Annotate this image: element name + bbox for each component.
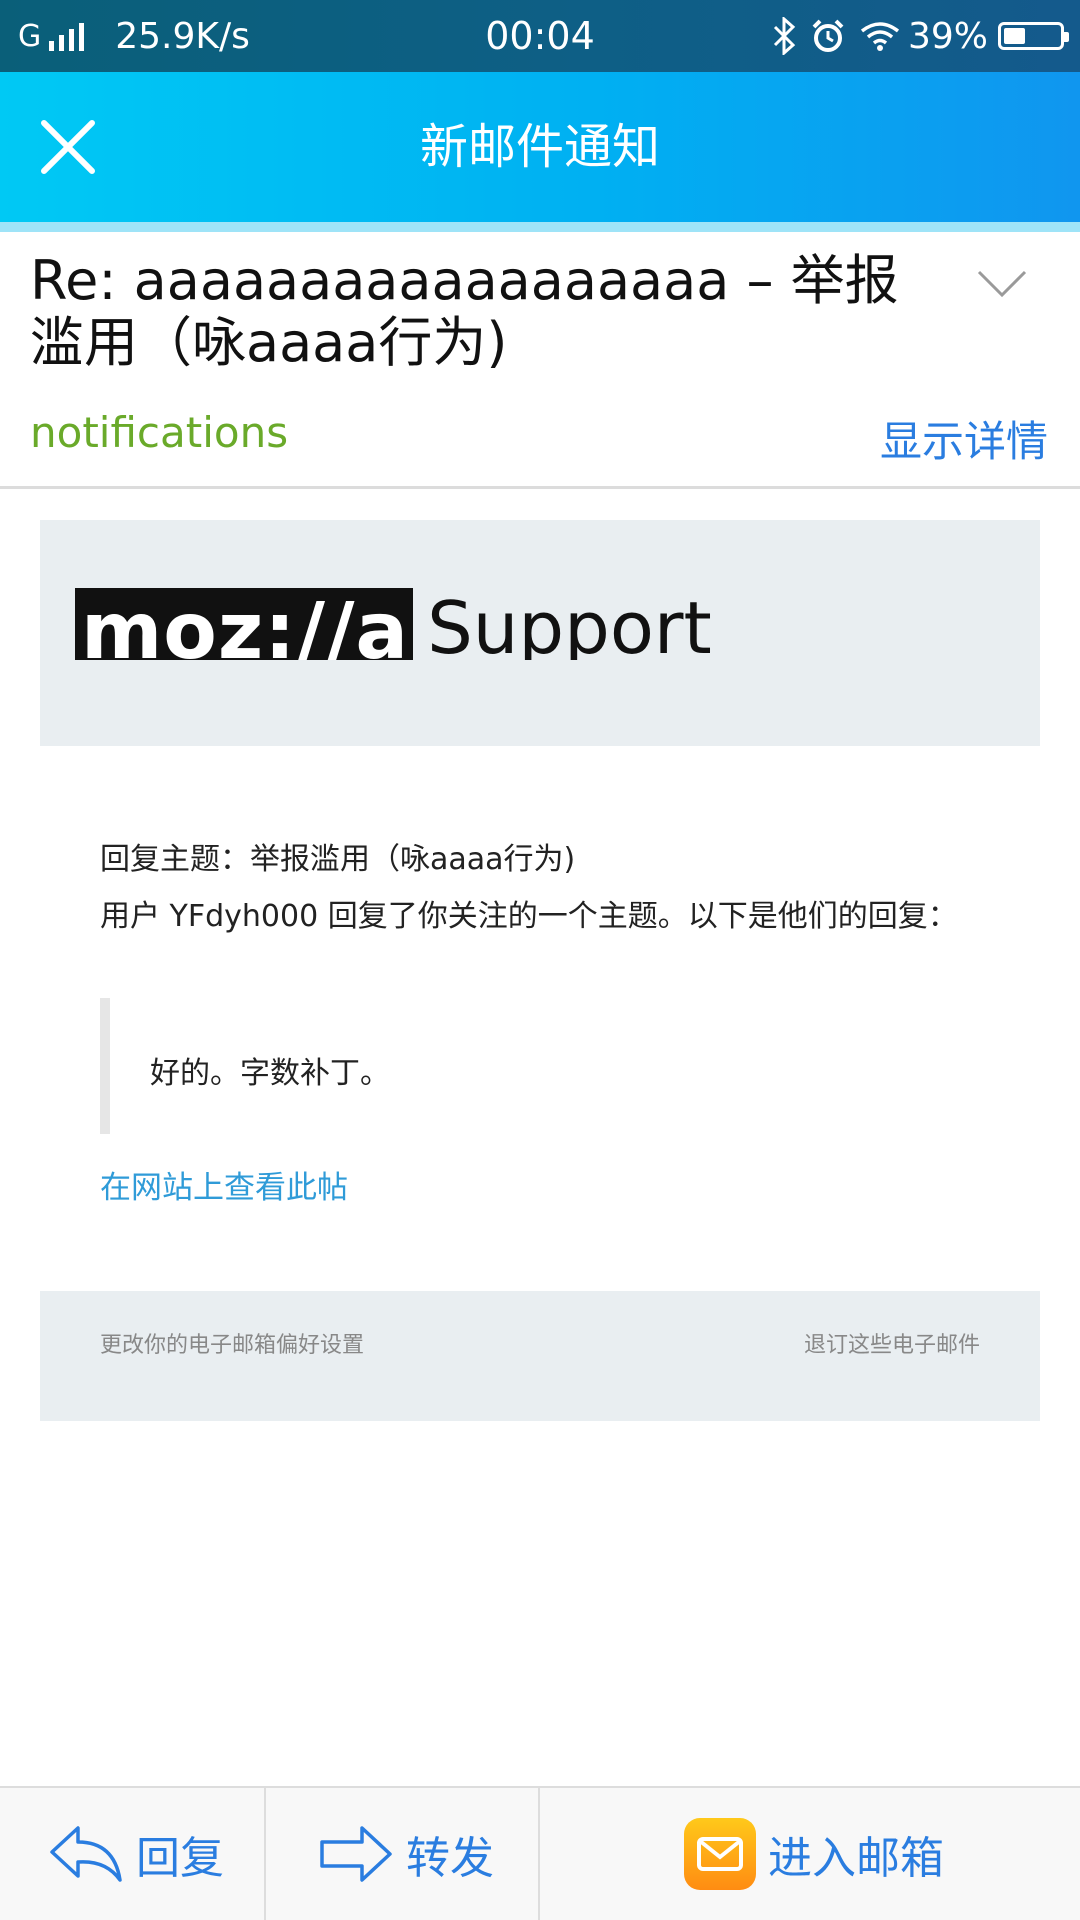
- wifi-icon: [860, 22, 900, 51]
- mozilla-support-banner: moz://a Support: [40, 520, 1040, 746]
- toolbar-separator: [264, 1788, 266, 1920]
- forward-label: 转发: [406, 1833, 494, 1884]
- status-bar: G 25.9K/s 00:04 39%: [0, 0, 1080, 72]
- logo-suffix: Support: [427, 588, 712, 660]
- reply-button[interactable]: 回复: [48, 1788, 224, 1920]
- view-on-site-link[interactable]: 在网站上查看此帖: [100, 1162, 348, 1207]
- unsubscribe-link[interactable]: 退订这些电子邮件: [804, 1327, 980, 1359]
- logo-text: moz://a: [81, 588, 410, 660]
- open-mailbox-label: 进入邮箱: [768, 1833, 944, 1884]
- reply-subject: 回复主题：举报滥用（咏aaaa行为): [100, 842, 576, 877]
- quoted-reply: 好的。字数补丁。: [100, 998, 960, 1134]
- email-preferences-link[interactable]: 更改你的电子邮箱偏好设置: [100, 1327, 364, 1359]
- mozilla-support-logo: moz://a Support: [75, 588, 712, 660]
- show-details-link[interactable]: 显示详情: [880, 408, 1048, 469]
- chevron-down-icon[interactable]: [976, 268, 1028, 300]
- battery-fill: [1004, 28, 1026, 44]
- email-subject: Re: aaaaaaaaaaaaaaaaaa – 举报滥用（咏aaaa行为): [30, 249, 899, 374]
- app-header: 新邮件通知: [0, 72, 1080, 222]
- reply-label: 回复: [136, 1833, 224, 1884]
- battery-icon: [998, 22, 1069, 50]
- reply-arrow-icon: [50, 1826, 122, 1882]
- alarm-icon: [812, 19, 844, 52]
- forward-button[interactable]: 转发: [318, 1788, 494, 1920]
- battery-percent: 39%: [907, 15, 988, 57]
- header-strip: [0, 222, 1080, 232]
- quoted-reply-text: 好的。字数补丁。: [150, 1056, 390, 1091]
- open-mailbox-button[interactable]: 进入邮箱: [684, 1788, 944, 1920]
- reply-intro: 用户 YFdyh000 回复了你关注的一个主题。以下是他们的回复：: [100, 899, 958, 934]
- sender-name[interactable]: notifications: [30, 408, 288, 457]
- divider: [0, 486, 1080, 489]
- support-wordmark: Support: [427, 588, 712, 660]
- forward-arrow-icon: [320, 1826, 392, 1882]
- mail-app-icon: [684, 1818, 756, 1890]
- status-right: 39%: [758, 0, 1069, 72]
- toolbar-separator: [538, 1788, 540, 1920]
- mozilla-wordmark: moz://a: [75, 588, 414, 660]
- bluetooth-icon: [773, 17, 796, 55]
- email-footer: 更改你的电子邮箱偏好设置 退订这些电子邮件: [40, 1291, 1040, 1421]
- bottom-toolbar: 回复 转发 进入邮箱: [0, 1786, 1080, 1920]
- header-title: 新邮件通知: [419, 119, 660, 175]
